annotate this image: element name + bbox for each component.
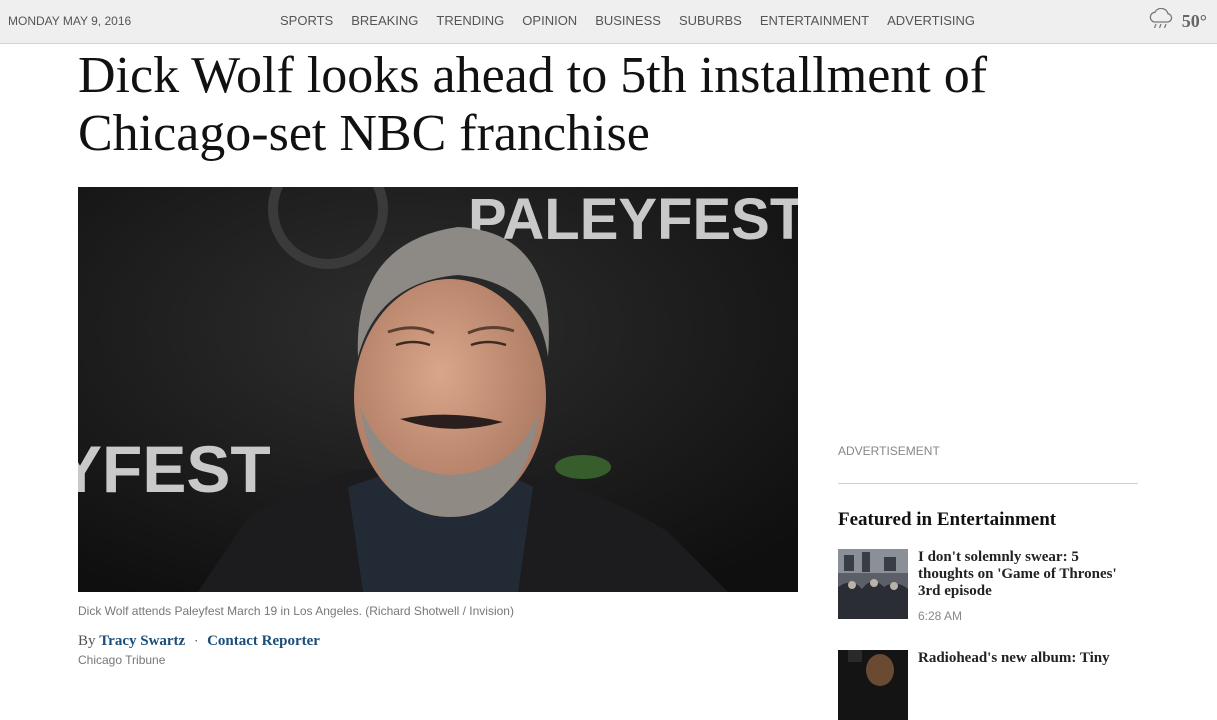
current-date: MONDAY MAY 9, 2016 xyxy=(8,14,132,28)
weather-widget[interactable]: 50° xyxy=(1148,7,1207,35)
contact-reporter-link[interactable]: Contact Reporter xyxy=(207,633,320,649)
nav-suburbs[interactable]: SUBURBS xyxy=(670,13,751,28)
featured-thumbnail[interactable] xyxy=(838,650,908,720)
backdrop-logo-top: PALEYFEST xyxy=(468,187,798,252)
featured-section-title: Featured in Entertainment xyxy=(838,509,1057,530)
rain-cloud-icon xyxy=(1148,7,1174,35)
backdrop-logo-left: YFEST xyxy=(78,432,271,506)
sidebar-divider xyxy=(838,483,1138,484)
byline-prefix: By xyxy=(78,633,96,649)
featured-item-time: 6:28 AM xyxy=(918,609,963,623)
photo-caption: Dick Wolf attends Paleyfest March 19 in … xyxy=(78,604,514,618)
nav-entertainment[interactable]: ENTERTAINMENT xyxy=(751,13,878,28)
nav-sports[interactable]: SPORTS xyxy=(271,13,342,28)
article-headline: Dick Wolf looks ahead to 5th installment… xyxy=(78,47,988,162)
nav-opinion[interactable]: OPINION xyxy=(513,13,586,28)
featured-item[interactable]: I don't solemnly swear: 5 thoughts on 'G… xyxy=(838,549,1138,623)
nav-business[interactable]: BUSINESS xyxy=(586,13,670,28)
nav-breaking[interactable]: BREAKING xyxy=(342,13,427,28)
featured-item-title[interactable]: I don't solemnly swear: 5 thoughts on 'G… xyxy=(918,549,1138,600)
article-photo[interactable]: PALEYFEST YFEST xyxy=(78,187,798,592)
section-nav: SPORTS BREAKING TRENDING OPINION BUSINES… xyxy=(271,13,984,28)
temperature: 50° xyxy=(1181,11,1207,31)
byline-separator: · xyxy=(193,633,199,648)
nav-advertising[interactable]: ADVERTISING xyxy=(878,13,984,28)
top-bar: MONDAY MAY 9, 2016 SPORTS BREAKING TREND… xyxy=(0,0,1217,44)
advertisement-label: ADVERTISEMENT xyxy=(838,444,940,458)
nav-trending[interactable]: TRENDING xyxy=(427,13,513,28)
featured-item-title[interactable]: Radiohead's new album: Tiny xyxy=(918,650,1110,667)
featured-item[interactable]: Radiohead's new album: Tiny xyxy=(838,650,1138,720)
sidebar: ADVERTISEMENT Featured in Entertainment … xyxy=(838,440,1138,720)
featured-thumbnail[interactable] xyxy=(838,549,908,619)
author-link[interactable]: Tracy Swartz xyxy=(99,633,185,649)
article-source: Chicago Tribune xyxy=(78,653,166,667)
byline: By Tracy Swartz · Contact Reporter xyxy=(78,633,320,650)
